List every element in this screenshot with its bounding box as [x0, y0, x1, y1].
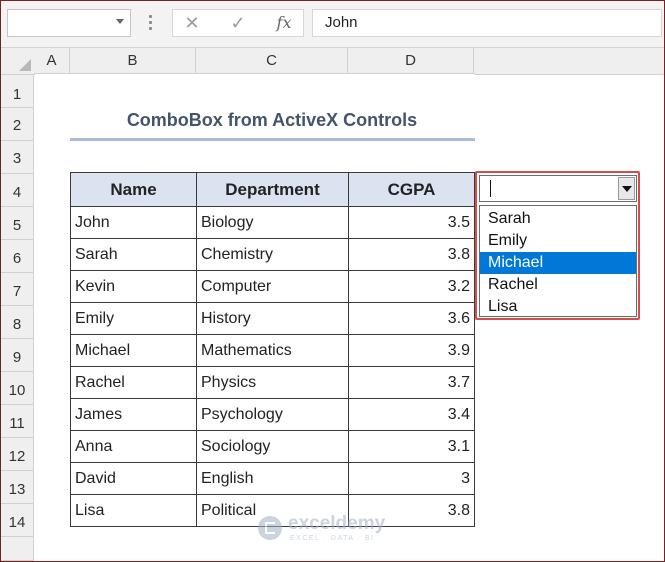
- cell-name[interactable]: Rachel: [70, 366, 197, 399]
- cell-name[interactable]: John: [70, 206, 197, 239]
- cell-cgpa[interactable]: 3.2: [348, 270, 475, 303]
- cell-cgpa[interactable]: 3.6: [348, 302, 475, 335]
- formula-bar: ✕ ✓ fx John: [1, 1, 664, 48]
- row-header-14[interactable]: 14: [1, 504, 34, 537]
- cell-cgpa[interactable]: 3.7: [348, 366, 475, 399]
- text-cursor: [490, 180, 491, 197]
- watermark: exceldemy EXCEL · DATA · BI: [258, 513, 418, 545]
- column-header-a[interactable]: A: [34, 48, 70, 74]
- combobox-option-emily[interactable]: Emily: [480, 230, 636, 252]
- combobox-input[interactable]: [479, 175, 637, 202]
- row-header-1[interactable]: 1: [1, 75, 34, 108]
- table-row: James Psychology 3.4: [70, 398, 475, 431]
- cell-cgpa[interactable]: 3.1: [348, 430, 475, 463]
- cell-cgpa[interactable]: 3.4: [348, 398, 475, 431]
- row-header-2[interactable]: 2: [1, 108, 34, 141]
- table-row: David English 3: [70, 462, 475, 495]
- column-header-c[interactable]: C: [196, 48, 348, 74]
- combobox-option-lisa[interactable]: Lisa: [480, 296, 636, 318]
- cell-department[interactable]: Mathematics: [196, 334, 349, 367]
- more-options-icon[interactable]: [149, 15, 153, 33]
- watermark-name: exceldemy: [288, 513, 386, 534]
- column-header-d[interactable]: D: [348, 48, 474, 74]
- row-header-13[interactable]: 13: [1, 471, 34, 504]
- cell-name[interactable]: Michael: [70, 334, 197, 367]
- table-row: Emily History 3.6: [70, 302, 475, 335]
- header-name[interactable]: Name: [70, 172, 197, 207]
- cell-name[interactable]: Anna: [70, 430, 197, 463]
- row-header-6[interactable]: 6: [1, 240, 34, 273]
- row-header-8[interactable]: 8: [1, 306, 34, 339]
- sheet-title: ComboBox from ActiveX Controls: [126, 110, 418, 130]
- title-underline: [70, 138, 475, 141]
- cell-name[interactable]: Sarah: [70, 238, 197, 271]
- cancel-icon[interactable]: ✕: [181, 13, 203, 33]
- table-row: Michael Mathematics 3.9: [70, 334, 475, 367]
- cell-name[interactable]: Kevin: [70, 270, 197, 303]
- table-row: Kevin Computer 3.2: [70, 270, 475, 303]
- formula-input[interactable]: John: [312, 9, 662, 37]
- cell-name[interactable]: Emily: [70, 302, 197, 335]
- data-table: Name Department CGPA John Biology 3.5 Sa…: [70, 172, 475, 527]
- cell-department[interactable]: Sociology: [196, 430, 349, 463]
- cell-department[interactable]: Physics: [196, 366, 349, 399]
- combobox-option-rachel[interactable]: Rachel: [480, 274, 636, 296]
- row-header-12[interactable]: 12: [1, 438, 34, 471]
- table-row: Sarah Chemistry 3.8: [70, 238, 475, 271]
- cell-cgpa[interactable]: 3.5: [348, 206, 475, 239]
- cell-department[interactable]: English: [196, 462, 349, 495]
- cell-department[interactable]: Chemistry: [196, 238, 349, 271]
- combobox-dropdown-button[interactable]: [618, 177, 635, 200]
- chevron-down-icon[interactable]: [116, 19, 124, 24]
- cell-name[interactable]: David: [70, 462, 197, 495]
- cell-cgpa[interactable]: 3.8: [348, 238, 475, 271]
- table-header-row: Name Department CGPA: [70, 172, 475, 207]
- header-cgpa[interactable]: CGPA: [348, 172, 475, 207]
- table-row: John Biology 3.5: [70, 206, 475, 239]
- row-header-11[interactable]: 11: [1, 405, 34, 438]
- enter-icon[interactable]: ✓: [227, 13, 249, 33]
- select-all-corner[interactable]: [1, 48, 35, 75]
- row-header-10[interactable]: 10: [1, 372, 34, 405]
- insert-function-icon[interactable]: fx: [273, 13, 295, 33]
- cell-department[interactable]: History: [196, 302, 349, 335]
- table-row: Anna Sociology 3.1: [70, 430, 475, 463]
- cell-name[interactable]: Lisa: [70, 494, 197, 527]
- formula-buttons: ✕ ✓ fx: [172, 9, 304, 37]
- cell-cgpa[interactable]: 3: [348, 462, 475, 495]
- combobox-option-michael[interactable]: Michael: [480, 252, 636, 274]
- name-box[interactable]: [7, 9, 131, 37]
- header-department[interactable]: Department: [196, 172, 349, 207]
- row-header-5[interactable]: 5: [1, 207, 34, 240]
- cell-department[interactable]: Biology: [196, 206, 349, 239]
- cell-department[interactable]: Computer: [196, 270, 349, 303]
- combobox-option-sarah[interactable]: Sarah: [480, 208, 636, 230]
- combobox-list[interactable]: Sarah Emily Michael Rachel Lisa: [479, 205, 637, 317]
- row-header-3[interactable]: 3: [1, 141, 34, 174]
- row-header-4[interactable]: 4: [1, 174, 34, 207]
- row-header-9[interactable]: 9: [1, 339, 34, 372]
- chevron-down-icon: [622, 186, 632, 192]
- table-row: Rachel Physics 3.7: [70, 366, 475, 399]
- exceldemy-logo-icon: [258, 516, 282, 540]
- row-header-7[interactable]: 7: [1, 273, 34, 306]
- cell-name[interactable]: James: [70, 398, 197, 431]
- column-header-rest: [474, 48, 664, 75]
- cell-cgpa[interactable]: 3.9: [348, 334, 475, 367]
- cell-department[interactable]: Psychology: [196, 398, 349, 431]
- column-header-b[interactable]: B: [70, 48, 196, 74]
- row-header-15: [1, 537, 34, 561]
- watermark-tagline: EXCEL · DATA · BI: [290, 535, 375, 542]
